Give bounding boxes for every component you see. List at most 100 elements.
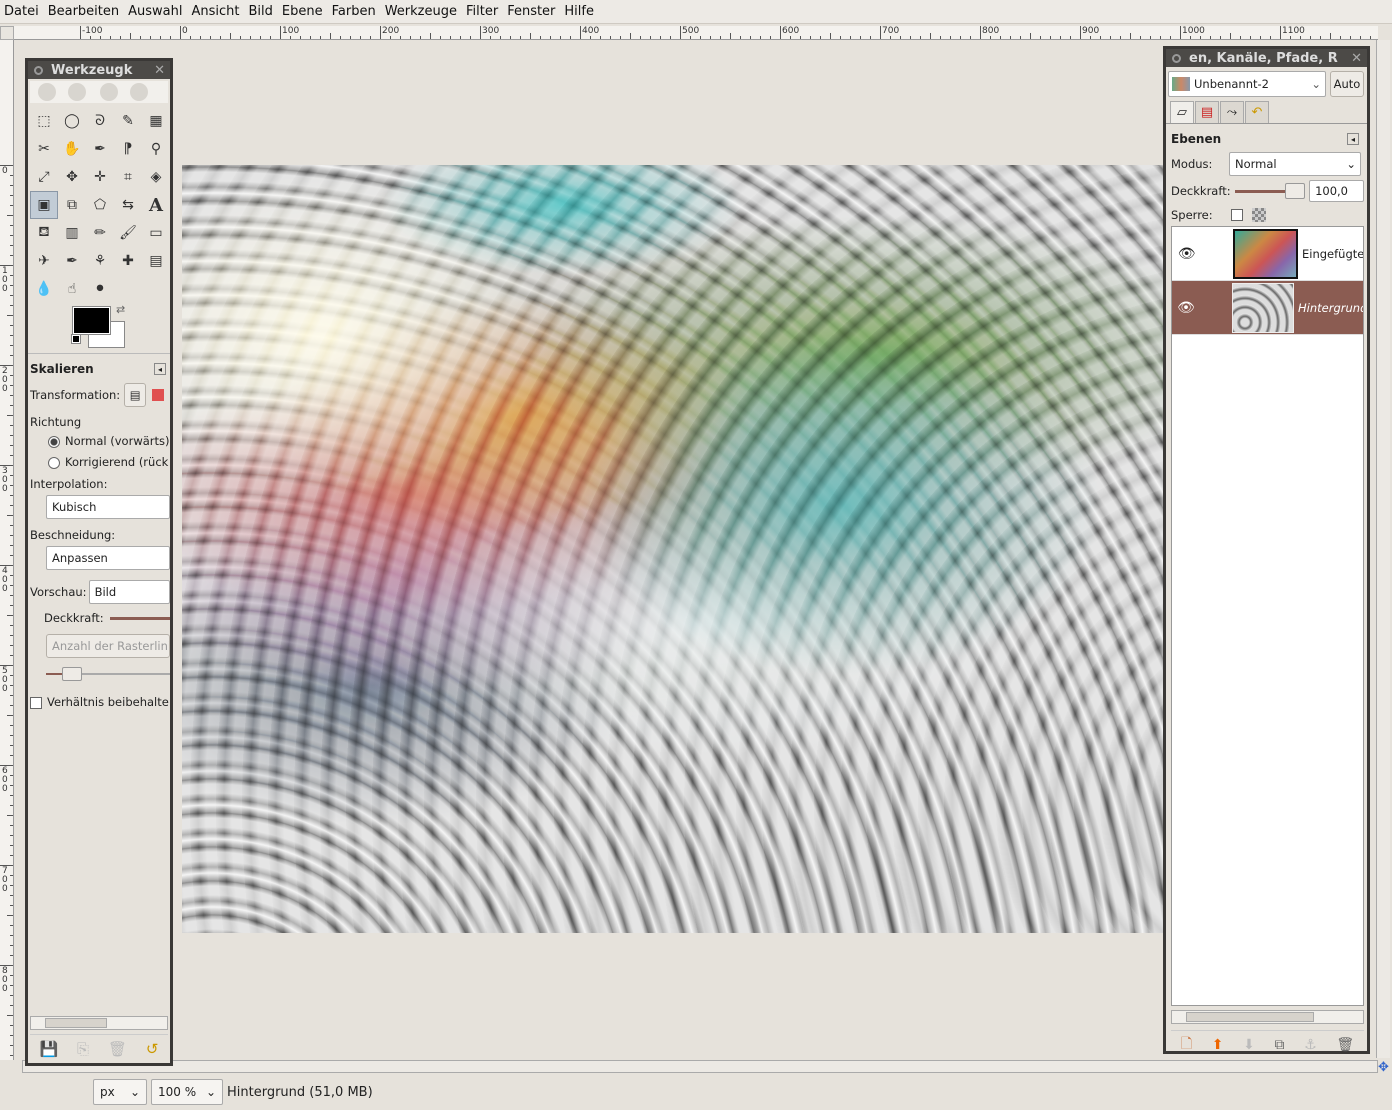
auto-button[interactable]: Auto [1330, 71, 1364, 97]
rotate-icon[interactable]: ◈ [142, 163, 170, 191]
foreground-color-swatch[interactable] [72, 306, 111, 335]
interpolation-select[interactable]: Kubisch [46, 495, 170, 519]
select-by-color-icon[interactable]: ▦ [142, 107, 170, 135]
color-picker-icon[interactable]: ⁋ [114, 135, 142, 163]
delete-options-icon[interactable]: 🗑 [108, 1040, 127, 1058]
scissors-icon[interactable]: ✂ [30, 135, 58, 163]
airbrush-icon[interactable]: ✈ [30, 247, 58, 275]
mode-select[interactable]: Normal ⌄ [1229, 152, 1361, 176]
menu-item-0[interactable]: Datei [4, 4, 39, 19]
lasso-icon[interactable]: ᘐ [86, 107, 114, 135]
reset-options-icon[interactable]: ↺ [146, 1040, 159, 1058]
clone-icon[interactable]: ⚘ [86, 247, 114, 275]
crop-icon[interactable]: ⌗ [114, 163, 142, 191]
toolbox-titlebar[interactable]: Werkzeugk ✕ [28, 61, 170, 79]
opacity-spinbutton[interactable]: 100,0 [1309, 180, 1364, 202]
measure-icon[interactable]: ⤢ [30, 163, 58, 191]
menu-item-8[interactable]: Filter [466, 4, 498, 19]
shear-icon[interactable]: ⧉ [58, 191, 86, 219]
transform-selection-icon[interactable] [152, 389, 165, 401]
unit-select[interactable]: px ⌄ [93, 1079, 147, 1105]
zoom-select[interactable]: 100 % ⌄ [151, 1079, 223, 1105]
menu-item-2[interactable]: Auswahl [128, 4, 182, 19]
anchor-layer-icon[interactable]: ⚓ [1304, 1037, 1317, 1053]
layers-hscrollbar[interactable] [1171, 1010, 1364, 1024]
foreground-select-icon[interactable]: ✋ [58, 135, 86, 163]
navigate-icon[interactable]: ✥ [1378, 1060, 1389, 1075]
toolbox-hscrollbar[interactable] [30, 1016, 168, 1030]
eye-icon[interactable]: 👁 [1172, 300, 1200, 316]
pencil-icon[interactable]: ✏ [86, 219, 114, 247]
raise-layer-icon[interactable]: ⬆ [1212, 1037, 1224, 1053]
lock-pixels-checkbox[interactable] [1231, 209, 1243, 221]
align-icon[interactable]: ✛ [86, 163, 114, 191]
close-icon[interactable]: ✕ [154, 63, 165, 78]
heal-icon[interactable]: ✚ [114, 247, 142, 275]
dodge-burn-icon[interactable]: ⚫ [86, 275, 114, 303]
blur-icon[interactable]: 💧 [30, 275, 58, 303]
opacity-slider[interactable] [1234, 182, 1306, 199]
layer-name[interactable]: Hintergrund [1298, 301, 1363, 315]
rect-select-icon[interactable]: ⬚ [30, 107, 58, 135]
paths-icon[interactable]: ✒ [86, 135, 114, 163]
configure-tab-icon[interactable]: ◂ [1347, 133, 1359, 145]
tab-layers[interactable]: ▱ [1170, 101, 1194, 123]
menu-item-3[interactable]: Ansicht [191, 4, 239, 19]
wilber-drop-area[interactable] [30, 81, 168, 103]
window-menu-icon[interactable] [1172, 53, 1181, 63]
new-layer-icon[interactable]: 🗋 [1181, 1033, 1192, 1057]
tab-undo[interactable]: ↶ [1245, 101, 1269, 123]
direction-corrective-radio[interactable]: Korrigierend (rück [48, 455, 170, 473]
blend-icon[interactable]: ▥ [58, 219, 86, 247]
duplicate-layer-icon[interactable]: ⧉ [1274, 1037, 1284, 1053]
vertical-ruler[interactable]: 0 100 200 300 400 500 600 700 800 [0, 40, 14, 1060]
direction-normal-radio[interactable]: Normal (vorwärts) [48, 434, 170, 452]
ruler-corner[interactable] [0, 26, 14, 40]
image-canvas[interactable] [182, 165, 1164, 933]
configure-tab-icon[interactable]: ◂ [154, 363, 166, 375]
layers-titlebar[interactable]: en, Kanäle, Pfade, R ✕ [1166, 49, 1367, 67]
move-icon[interactable]: ✥ [58, 163, 86, 191]
layer-name[interactable]: Eingefügte [1302, 247, 1363, 261]
menu-item-9[interactable]: Fenster [507, 4, 555, 19]
fuzzy-select-icon[interactable]: ✎ [114, 107, 142, 135]
flip-icon[interactable]: ⇆ [114, 191, 142, 219]
vertical-scrollbar[interactable] [1376, 40, 1390, 1058]
layer-row[interactable]: 👁 Hintergrund [1172, 281, 1363, 335]
save-options-icon[interactable]: 💾 [39, 1040, 58, 1058]
horizontal-scrollbar[interactable] [22, 1060, 1378, 1073]
menu-item-7[interactable]: Werkzeuge [385, 4, 457, 19]
ellipse-select-icon[interactable]: ◯ [58, 107, 86, 135]
perspective-icon[interactable]: ⬠ [86, 191, 114, 219]
menu-item-4[interactable]: Bild [249, 4, 273, 19]
layer-row[interactable]: 👁 Eingefügte [1172, 227, 1363, 281]
gridlines-slider[interactable] [46, 667, 170, 681]
horizontal-ruler[interactable]: -100 0 100 200 300 400 500 600 700 800 900 1000 1100 [14, 26, 1378, 40]
menu-item-5[interactable]: Ebene [282, 4, 323, 19]
eye-icon[interactable]: 👁 [1172, 246, 1201, 262]
clipping-select[interactable]: Anpassen [46, 546, 170, 570]
zoom-icon[interactable]: ⚲ [142, 135, 170, 163]
menu-item-6[interactable]: Farben [332, 4, 376, 19]
keep-aspect-checkbox[interactable]: Verhältnis beibehalte [30, 695, 170, 713]
close-icon[interactable]: ✕ [1351, 51, 1362, 66]
menu-item-1[interactable]: Bearbeiten [48, 4, 119, 19]
eraser-icon[interactable]: ▭ [142, 219, 170, 247]
ink-icon[interactable]: ✒ [58, 247, 86, 275]
image-select[interactable]: Unbenannt-2 ⌄ [1168, 71, 1326, 97]
preview-opacity-slider[interactable] [109, 616, 170, 620]
lower-layer-icon[interactable]: ⬇ [1243, 1037, 1255, 1053]
text-icon[interactable]: A [142, 191, 170, 219]
scale-icon[interactable]: ▣ [30, 191, 58, 219]
bucket-fill-icon[interactable]: ⛾ [30, 219, 58, 247]
menu-item-10[interactable]: Hilfe [564, 4, 594, 19]
tab-channels[interactable]: ▤ [1195, 101, 1219, 123]
smudge-icon[interactable]: ☝ [58, 275, 86, 303]
lock-alpha-icon[interactable] [1252, 208, 1266, 222]
preview-select[interactable]: Bild [88, 580, 170, 604]
default-colors-icon[interactable] [71, 334, 81, 344]
window-menu-icon[interactable] [34, 65, 43, 75]
transform-layer-button[interactable]: ▤ [124, 383, 147, 407]
restore-options-icon[interactable]: ⎘ [77, 1040, 89, 1058]
perspective-clone-icon[interactable]: ▤ [142, 247, 170, 275]
